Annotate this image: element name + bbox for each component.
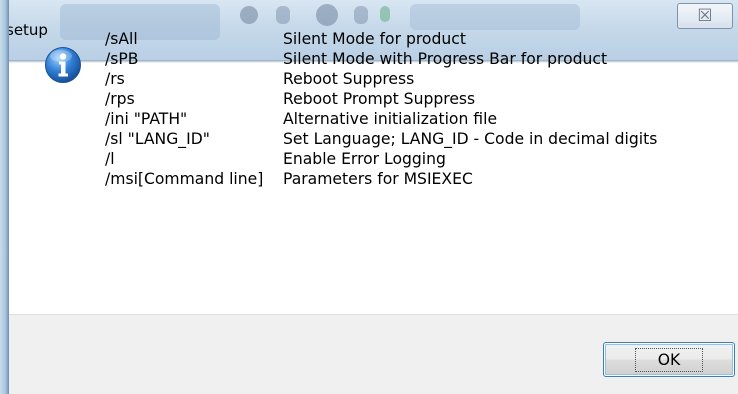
background-blur <box>354 6 368 24</box>
option-switch: /rs <box>105 70 125 88</box>
option-switch: /sl "LANG_ID" <box>105 130 210 148</box>
option-switch: /ini "PATH" <box>105 110 188 128</box>
ok-button[interactable]: OK <box>603 342 735 377</box>
option-switch: /rps <box>105 90 135 108</box>
option-row: /sAll Silent Mode for product <box>105 29 657 49</box>
option-row: /ini "PATH" Alternative initialization f… <box>105 109 657 129</box>
option-switch: /msi[Command line] <box>105 170 264 188</box>
close-icon: ☒ <box>697 6 713 26</box>
background-blur <box>410 4 580 30</box>
option-description: Silent Mode with Progress Bar for produc… <box>283 50 608 68</box>
option-description: Enable Error Logging <box>283 150 446 168</box>
option-row: /rps Reboot Prompt Suppress <box>105 89 657 109</box>
option-switch: /sAll <box>105 30 138 48</box>
ok-button-label: OK <box>634 347 704 372</box>
option-row: /sl "LANG_ID" Set Language; LANG_ID - Co… <box>105 129 657 149</box>
option-switch: /l <box>105 150 115 168</box>
option-row: /rs Reboot Suppress <box>105 69 657 89</box>
option-row: /l Enable Error Logging <box>105 149 657 169</box>
option-description: Reboot Prompt Suppress <box>283 90 476 108</box>
option-row: /sPB Silent Mode with Progress Bar for p… <box>105 49 657 69</box>
option-switch: /sPB <box>105 50 139 68</box>
background-blur <box>276 6 290 24</box>
info-icon <box>45 47 81 83</box>
background-blur <box>316 4 338 26</box>
background-blur <box>380 6 390 22</box>
option-description: Alternative initialization file <box>283 110 498 128</box>
option-description: Silent Mode for product <box>283 30 466 48</box>
option-row: /msi[Command line] Parameters for MSIEXE… <box>105 169 657 189</box>
option-description: Reboot Suppress <box>283 70 415 88</box>
option-description: Set Language; LANG_ID - Code in decimal … <box>283 130 658 148</box>
background-blur <box>240 6 258 24</box>
window-title: setup <box>6 21 48 39</box>
window-frame-left <box>0 0 9 394</box>
close-button[interactable]: ☒ <box>677 3 733 29</box>
options-list: /sAll Silent Mode for product /sPB Silen… <box>105 29 657 189</box>
option-description: Parameters for MSIEXEC <box>283 170 473 188</box>
